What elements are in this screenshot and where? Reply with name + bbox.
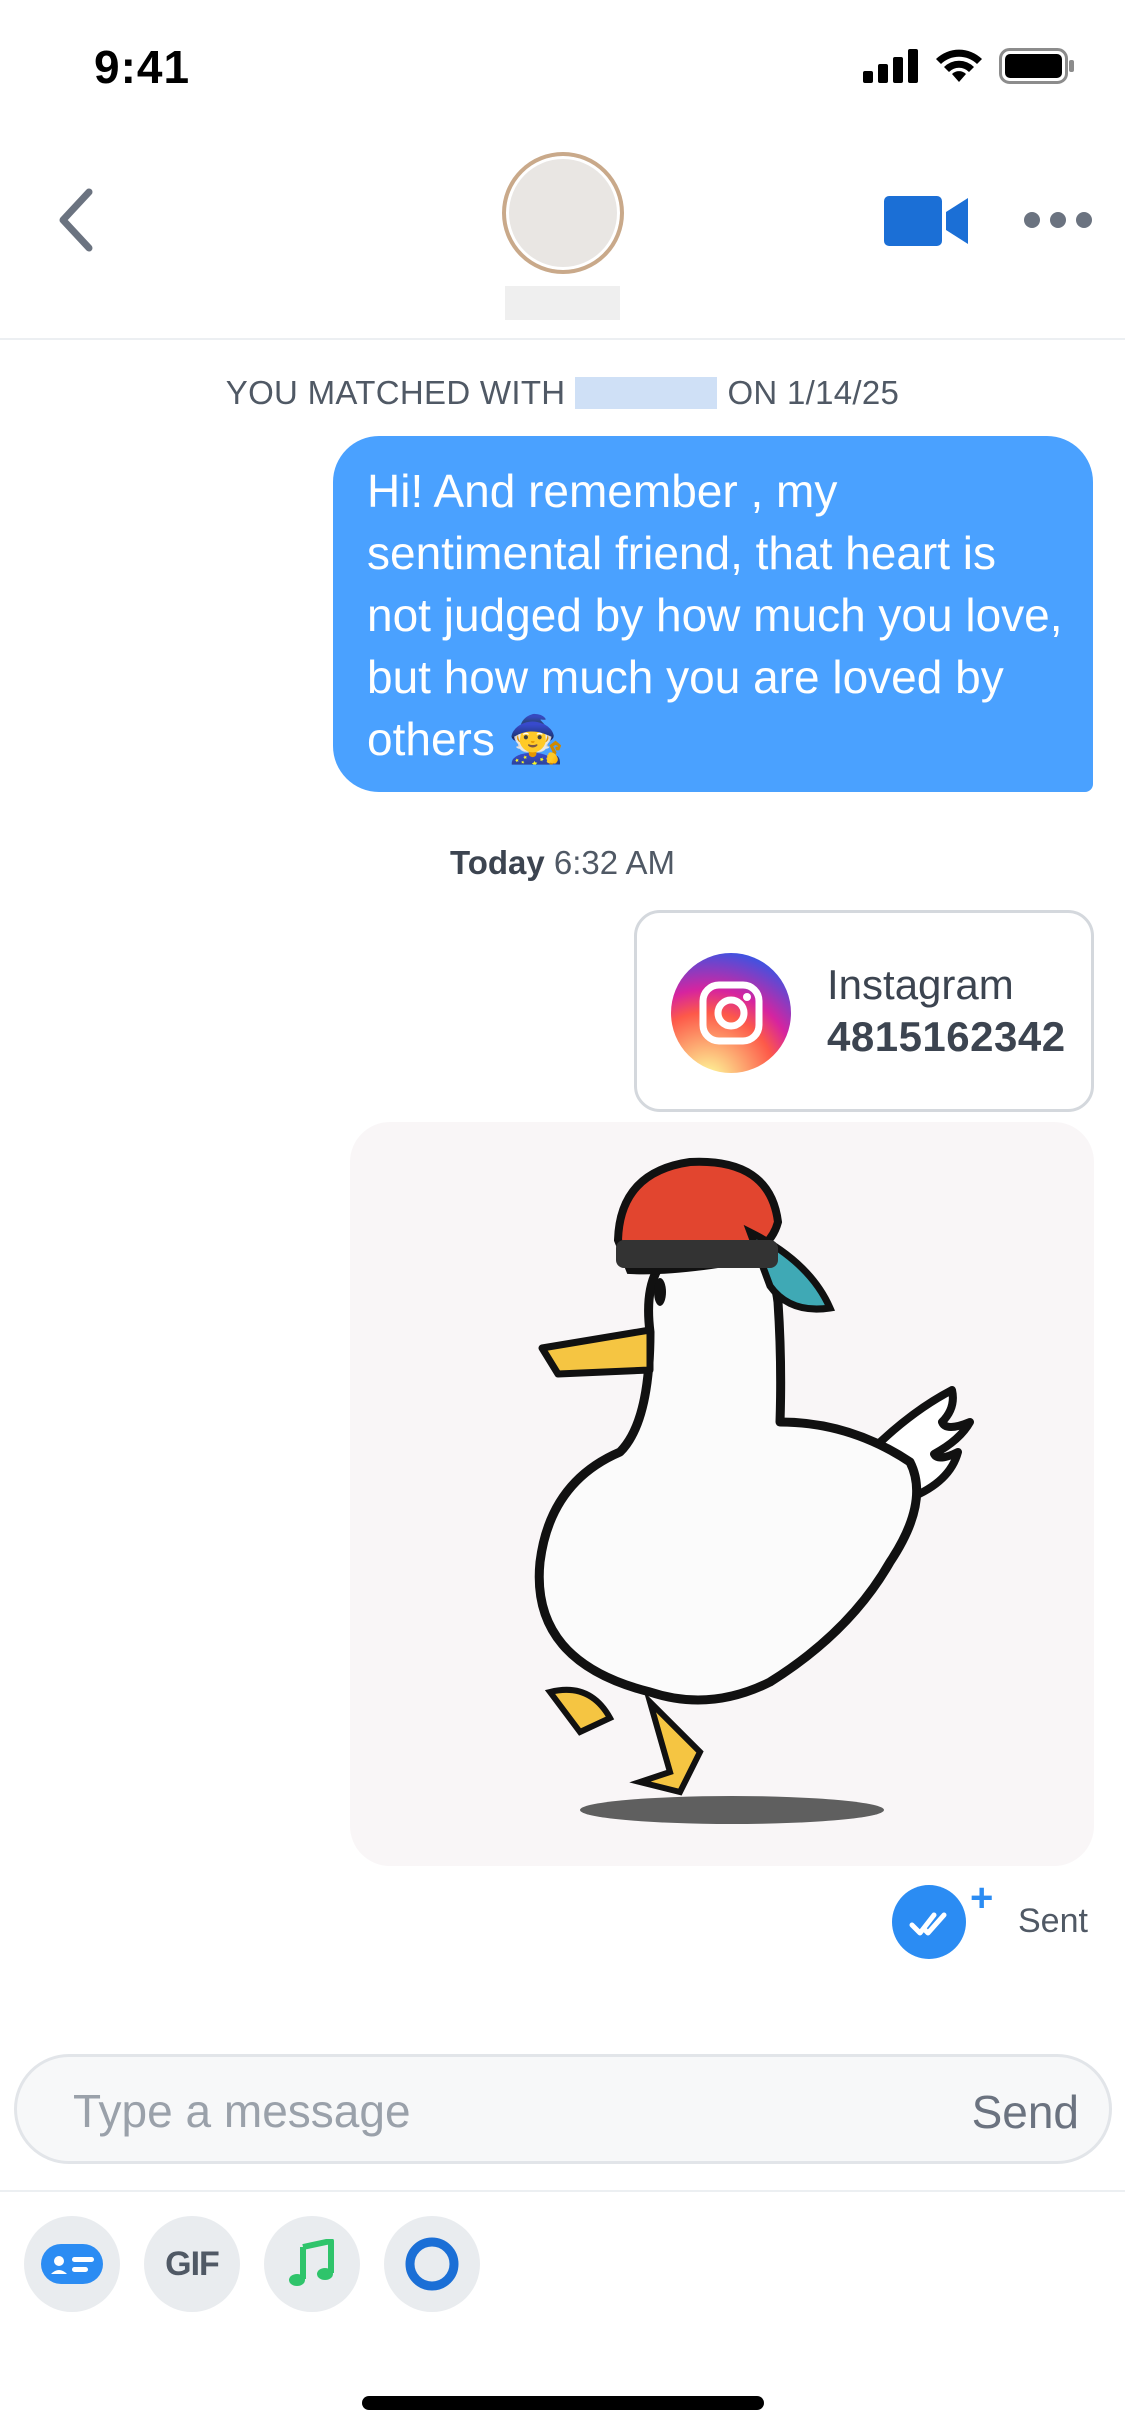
chevron-left-icon [59, 188, 93, 252]
message-bubble[interactable]: Hi! And remember , my sentimental friend… [333, 436, 1093, 792]
dot-icon [1076, 212, 1092, 228]
status-time: 9:41 [94, 41, 191, 93]
dot-icon [1050, 212, 1066, 228]
wizard-emoji: 🧙 [507, 713, 565, 765]
battery-icon [999, 48, 1074, 84]
instagram-number: 4815162342 [827, 1013, 1066, 1060]
toolbar-divider [0, 2190, 1125, 2192]
message-timestamp: Today 6:32 AM [0, 844, 1125, 882]
timestamp-time: 6:32 AM [553, 844, 675, 881]
message-text: Hi! And remember , my sentimental friend… [367, 465, 1063, 765]
gif-button[interactable]: GIF [144, 2216, 240, 2312]
message-composer: Send [14, 2054, 1112, 2164]
back-button[interactable] [40, 180, 110, 260]
music-note-icon [289, 2239, 334, 2286]
instagram-label: Instagram [827, 961, 1014, 1008]
more-options-button[interactable] [1024, 206, 1092, 234]
status-bar: 9:41 [0, 0, 1125, 140]
match-name[interactable] [505, 286, 620, 320]
dancing-duck-gif-icon [534, 1157, 974, 1824]
gif-label: GIF [165, 2244, 220, 2283]
match-suffix: ON 1/14/25 [727, 374, 900, 411]
sticker-button[interactable] [24, 2216, 120, 2312]
send-button[interactable]: Send [972, 2085, 1079, 2139]
timestamp-day: Today [450, 844, 545, 881]
instagram-card[interactable]: Instagram 4815162342 [634, 910, 1094, 1112]
ring-icon [405, 2237, 459, 2291]
message-input[interactable] [73, 2083, 873, 2139]
avatar[interactable] [502, 152, 624, 274]
double-check-icon [892, 1885, 966, 1959]
match-banner: YOU MATCHED WITH ON 1/14/25 [0, 374, 1125, 412]
sticker-icon [41, 2244, 103, 2284]
chat-header [0, 140, 1125, 340]
wifi-icon [936, 49, 982, 82]
home-indicator [362, 2396, 764, 2410]
video-camera-icon [884, 196, 968, 246]
video-call-button[interactable] [884, 192, 970, 250]
sent-label: Sent [1018, 1902, 1088, 1940]
gif-message[interactable] [350, 1122, 1094, 1866]
plus-icon[interactable]: + [970, 1876, 993, 1921]
match-name-redacted [575, 377, 718, 409]
music-button[interactable] [264, 2216, 360, 2312]
status-icons [863, 48, 1075, 84]
loop-button[interactable] [384, 2216, 480, 2312]
cellular-signal-icon [863, 49, 918, 83]
match-prefix: YOU MATCHED WITH [225, 374, 566, 411]
dot-icon [1024, 212, 1040, 228]
sent-status: + Sent [892, 1876, 1102, 1962]
instagram-icon [671, 953, 791, 1073]
